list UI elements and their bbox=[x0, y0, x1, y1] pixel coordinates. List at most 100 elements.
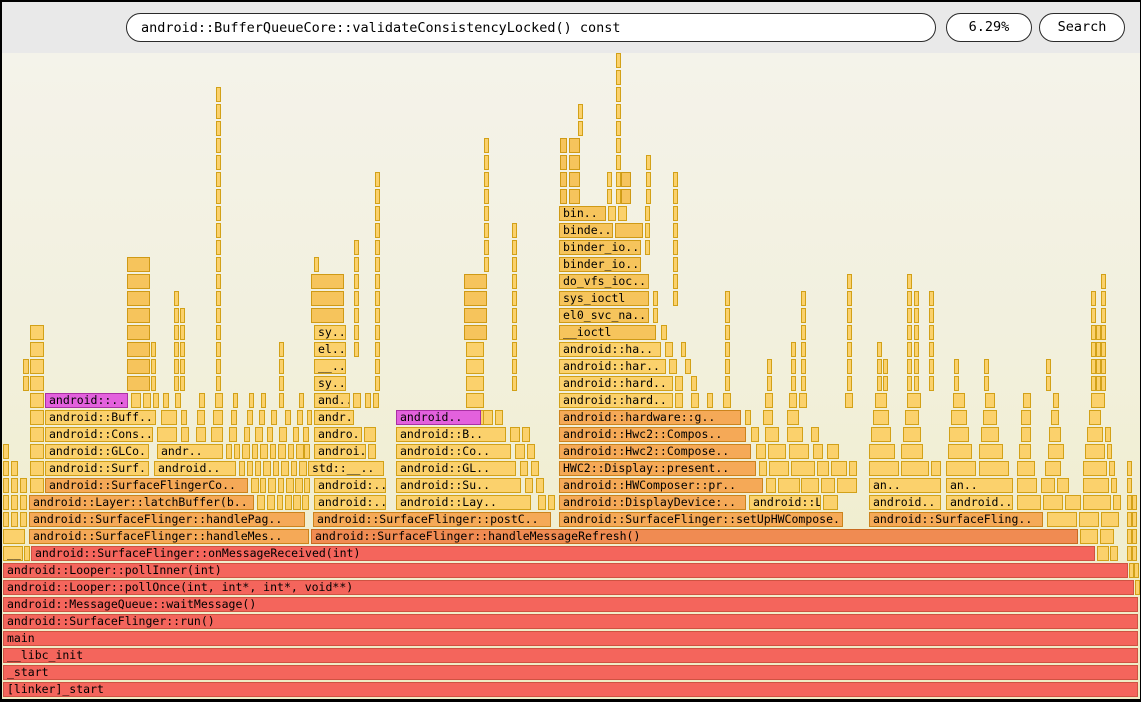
flame-frame[interactable]: android.. bbox=[946, 495, 1013, 510]
flame-frame[interactable] bbox=[1132, 512, 1137, 527]
flame-frame[interactable]: sy.. bbox=[314, 325, 346, 340]
flame-frame[interactable] bbox=[375, 376, 380, 391]
flame-frame[interactable] bbox=[285, 410, 291, 425]
flame-frame[interactable] bbox=[1132, 529, 1137, 544]
flame-frame[interactable] bbox=[510, 427, 520, 442]
flame-frame[interactable] bbox=[745, 410, 751, 425]
flame-frame[interactable] bbox=[569, 189, 580, 204]
flame-frame[interactable] bbox=[11, 461, 18, 476]
flame-frame[interactable] bbox=[260, 478, 266, 493]
flame-frame[interactable]: binde.. bbox=[559, 223, 613, 238]
flame-frame[interactable] bbox=[1096, 342, 1101, 357]
flame-frame[interactable] bbox=[669, 359, 677, 374]
flame-frame[interactable] bbox=[646, 155, 651, 170]
flame-frame[interactable] bbox=[831, 461, 847, 476]
flame-frame[interactable] bbox=[681, 342, 686, 357]
flame-frame[interactable] bbox=[3, 495, 9, 510]
flame-frame[interactable] bbox=[1091, 393, 1105, 408]
flame-frame[interactable] bbox=[174, 291, 179, 306]
flame-frame[interactable] bbox=[131, 393, 141, 408]
flame-frame[interactable] bbox=[525, 478, 533, 493]
flame-frame[interactable]: do_vfs_ioc.. bbox=[559, 274, 649, 289]
flame-frame[interactable] bbox=[30, 427, 44, 442]
flame-frame[interactable] bbox=[279, 342, 284, 357]
flame-frame[interactable] bbox=[368, 444, 376, 459]
flame-frame[interactable] bbox=[907, 393, 921, 408]
flame-frame[interactable] bbox=[653, 291, 658, 306]
flame-frame[interactable]: android::Lay.. bbox=[396, 495, 531, 510]
flame-frame[interactable] bbox=[512, 376, 517, 391]
flame-frame[interactable] bbox=[1132, 546, 1137, 561]
flame-frame[interactable] bbox=[1053, 393, 1059, 408]
flame-frame[interactable] bbox=[778, 478, 800, 493]
flame-frame[interactable] bbox=[673, 223, 678, 238]
flame-frame[interactable] bbox=[263, 461, 271, 476]
flame-frame[interactable] bbox=[30, 478, 44, 493]
flame-frame[interactable] bbox=[981, 427, 999, 442]
search-input[interactable] bbox=[139, 16, 923, 40]
flame-frame[interactable] bbox=[512, 342, 517, 357]
flame-frame[interactable] bbox=[801, 291, 806, 306]
flame-frame[interactable] bbox=[1087, 427, 1103, 442]
flame-frame[interactable] bbox=[281, 461, 289, 476]
flame-frame[interactable] bbox=[817, 461, 829, 476]
flame-frame[interactable] bbox=[1049, 427, 1061, 442]
flame-frame[interactable] bbox=[197, 410, 205, 425]
flame-frame[interactable] bbox=[1109, 461, 1115, 476]
flame-frame[interactable] bbox=[216, 155, 221, 170]
flame-frame[interactable]: android::hard.. bbox=[559, 376, 673, 391]
flame-frame[interactable] bbox=[375, 359, 380, 374]
flame-frame[interactable] bbox=[127, 308, 150, 323]
flame-frame[interactable] bbox=[673, 189, 678, 204]
flame-frame[interactable]: android::SurfaceFlinger::run() bbox=[3, 614, 1138, 629]
flame-frame[interactable] bbox=[1101, 308, 1106, 323]
flame-frame[interactable] bbox=[261, 393, 266, 408]
flame-frame[interactable] bbox=[257, 495, 265, 510]
flame-frame[interactable]: __libc_init bbox=[3, 648, 1138, 663]
flame-frame[interactable] bbox=[1046, 359, 1051, 374]
flame-frame[interactable] bbox=[560, 155, 567, 170]
flame-frame[interactable] bbox=[616, 121, 621, 136]
flame-frame[interactable] bbox=[30, 461, 44, 476]
flame-frame[interactable] bbox=[1101, 342, 1106, 357]
flame-frame[interactable] bbox=[464, 291, 487, 306]
flame-frame[interactable]: andro.. bbox=[314, 427, 362, 442]
flame-frame[interactable] bbox=[302, 495, 309, 510]
flame-frame[interactable] bbox=[354, 240, 359, 255]
flame-frame[interactable]: android::MessageQueue::waitMessage() bbox=[3, 597, 1138, 612]
flame-frame[interactable] bbox=[685, 359, 691, 374]
flame-frame[interactable] bbox=[296, 444, 304, 459]
flame-frame[interactable]: android::hard.. bbox=[559, 393, 673, 408]
flame-frame[interactable]: an.. bbox=[946, 478, 1013, 493]
flame-frame[interactable] bbox=[512, 223, 517, 238]
flame-frame[interactable] bbox=[244, 427, 250, 442]
flame-frame[interactable] bbox=[375, 240, 380, 255]
flame-frame[interactable] bbox=[216, 274, 221, 289]
flame-frame[interactable] bbox=[3, 529, 25, 544]
flame-frame[interactable] bbox=[789, 444, 809, 459]
flame-frame[interactable] bbox=[278, 444, 286, 459]
flame-frame[interactable] bbox=[877, 359, 882, 374]
flame-frame[interactable] bbox=[1127, 478, 1132, 493]
flame-frame[interactable] bbox=[849, 461, 857, 476]
flame-frame[interactable]: android::GL.. bbox=[396, 461, 516, 476]
flame-frame[interactable] bbox=[11, 478, 18, 493]
flame-frame[interactable] bbox=[578, 104, 583, 119]
flame-frame[interactable] bbox=[1085, 444, 1105, 459]
flame-frame[interactable] bbox=[1101, 274, 1106, 289]
flame-frame[interactable] bbox=[847, 291, 852, 306]
flame-frame[interactable] bbox=[1017, 495, 1041, 510]
flame-frame[interactable] bbox=[464, 325, 487, 340]
flame-frame[interactable]: android::SurfaceFlinger::handleMessageRe… bbox=[311, 529, 1078, 544]
flame-frame[interactable] bbox=[787, 410, 799, 425]
flame-frame[interactable] bbox=[466, 359, 484, 374]
flame-frame[interactable] bbox=[756, 444, 766, 459]
flame-frame[interactable] bbox=[3, 444, 9, 459]
flame-frame[interactable] bbox=[279, 359, 284, 374]
flame-frame[interactable] bbox=[1080, 529, 1098, 544]
flame-frame[interactable] bbox=[811, 427, 819, 442]
flame-frame[interactable] bbox=[1132, 495, 1137, 510]
flame-frame[interactable] bbox=[216, 325, 221, 340]
flame-frame[interactable]: android::L.. bbox=[749, 495, 821, 510]
flame-frame[interactable] bbox=[787, 427, 803, 442]
